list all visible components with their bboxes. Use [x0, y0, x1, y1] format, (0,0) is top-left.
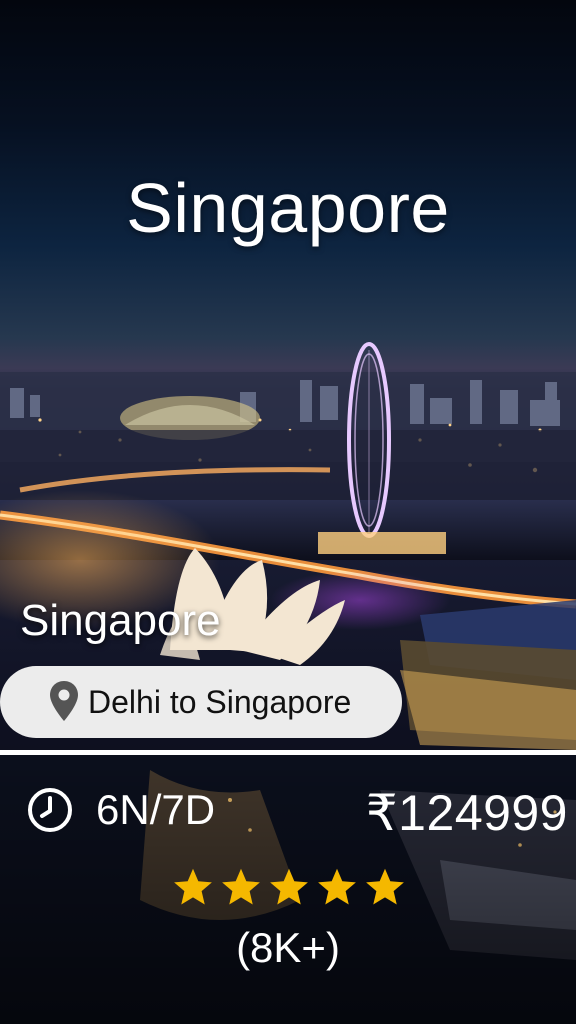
star-icon — [222, 868, 260, 905]
route-chip[interactable]: Delhi to Singapore — [0, 666, 402, 738]
ferris-wheel — [347, 342, 391, 538]
rating-stars — [171, 866, 407, 910]
hero-title: Singapore — [126, 169, 450, 247]
clock-icon — [28, 788, 72, 832]
star-icon — [366, 868, 404, 905]
review-count: (8K+) — [236, 924, 340, 971]
price-label: ₹124999 — [365, 785, 568, 841]
route-label: Delhi to Singapore — [88, 683, 352, 720]
destination-name: Singapore — [20, 596, 221, 645]
duration-info: 6N/7D — [26, 786, 215, 834]
duration-label: 6N/7D — [96, 786, 216, 833]
star-icon — [270, 868, 308, 905]
map-pin-icon — [50, 681, 78, 721]
divider — [0, 750, 576, 755]
package-card[interactable]: Singapore Singapore Delhi to Singapore 6… — [0, 0, 576, 1024]
star-icon — [174, 868, 212, 905]
star-icon — [318, 868, 356, 905]
